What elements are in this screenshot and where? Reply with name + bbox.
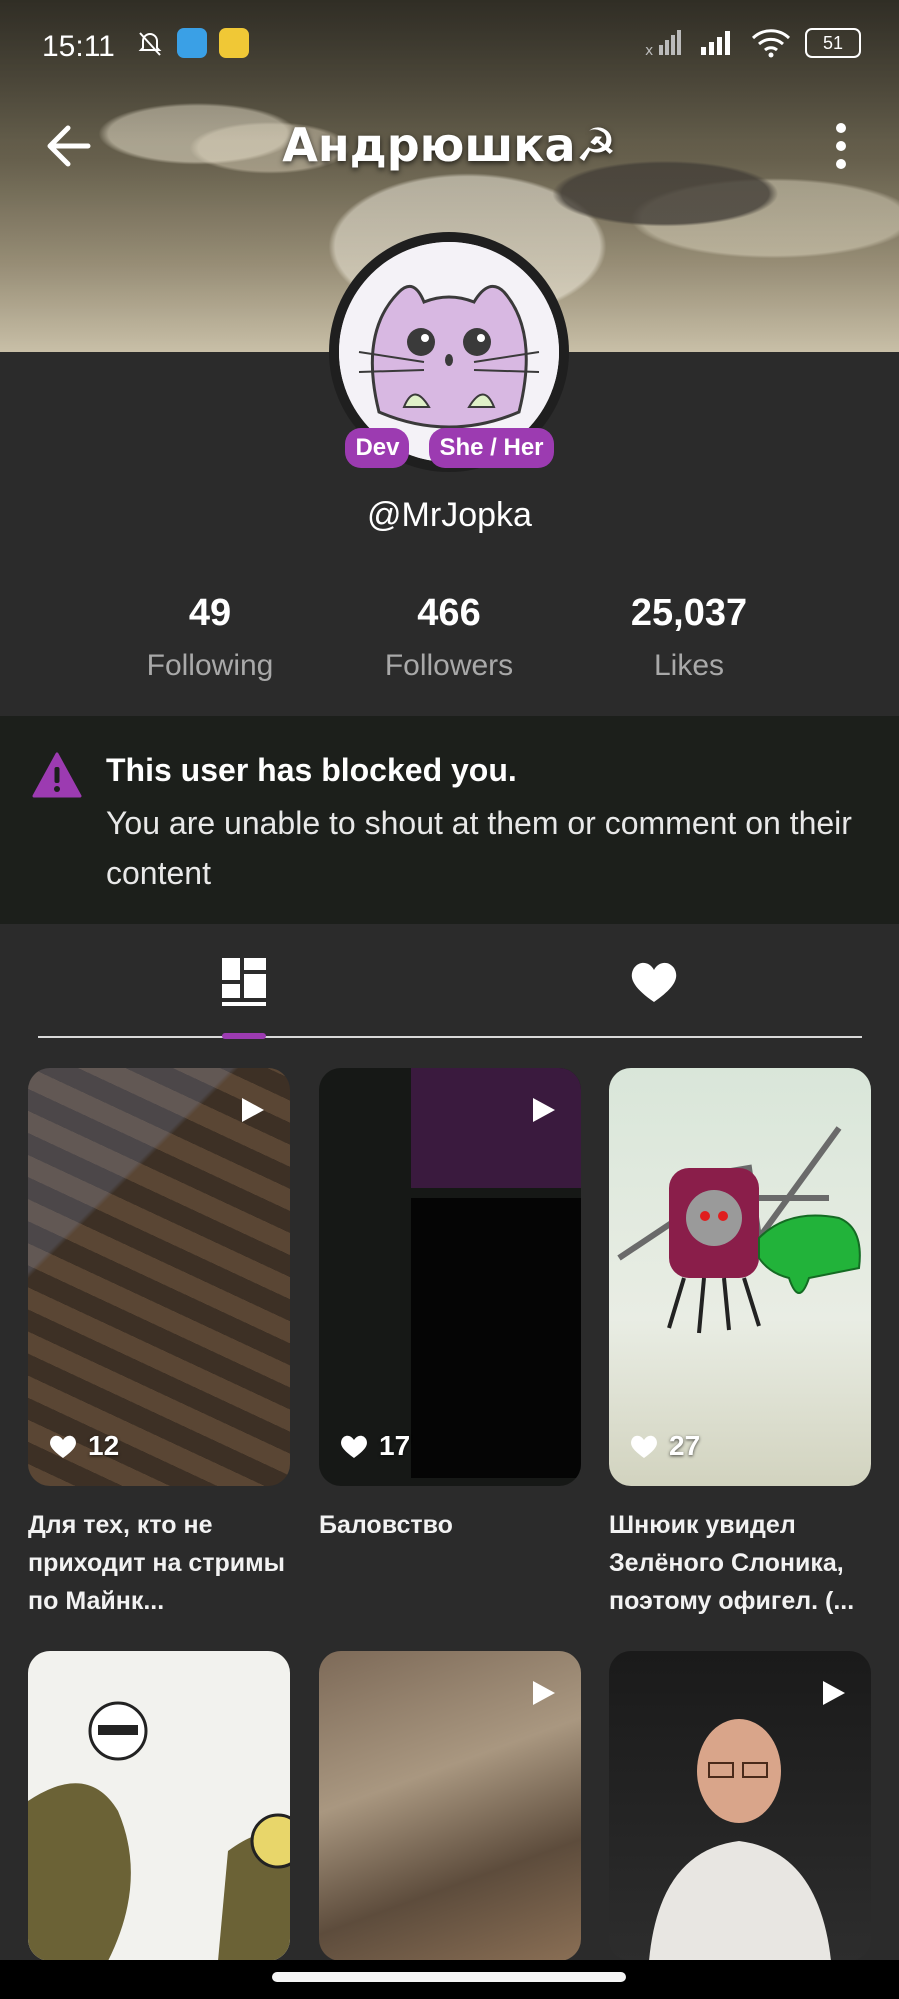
heart-icon (50, 1435, 76, 1458)
warning-icon (32, 752, 82, 798)
followers-label: Followers (384, 649, 514, 682)
post-card[interactable] (28, 1651, 290, 1961)
battery-indicator: 51 (805, 28, 861, 58)
likes-label: Likes (653, 649, 725, 682)
profile-stats: 49 Following 466 Followers 25,037 Likes (0, 592, 899, 712)
wifi-icon (751, 29, 791, 58)
post-likes-count: 27 (669, 1430, 701, 1461)
followers-stat[interactable]: 466 Followers (329, 592, 569, 683)
status-notification-icons (135, 28, 249, 58)
signal-x-icon: x (645, 30, 681, 57)
profile-badges: Dev She / Her (0, 428, 899, 468)
play-icon (242, 1098, 264, 1122)
notice-body: You are unable to shout at them or comme… (106, 805, 852, 891)
post-caption[interactable]: Баловство (319, 1506, 581, 1544)
post-caption[interactable]: Шнюик увидел Зелёного Слоника, поэтому о… (609, 1506, 871, 1620)
signal-icon (701, 31, 730, 55)
status-time: 15:11 (42, 30, 115, 63)
play-icon (533, 1681, 555, 1705)
post-card[interactable]: 17 (319, 1068, 581, 1486)
post-likes-count: 12 (88, 1430, 120, 1461)
post-caption[interactable]: Для тех, кто не приходит на стримы по Ма… (28, 1506, 290, 1620)
post-likes: 27 (629, 1430, 700, 1462)
post-drawing (617, 1126, 861, 1334)
profile-display-name: Андрюшка☭ (282, 118, 617, 172)
mute-bell-icon (138, 32, 162, 56)
post-card[interactable]: 27 (609, 1068, 871, 1486)
play-icon (533, 1098, 555, 1122)
post-card[interactable]: 12 (28, 1068, 290, 1486)
followers-count: 466 (417, 592, 481, 634)
pronouns-badge: She / Her (429, 428, 554, 468)
post-likes: 12 (48, 1430, 119, 1462)
post-thumbnail-panel (411, 1068, 581, 1188)
heart-icon (631, 1435, 657, 1458)
likes-count: 25,037 (630, 592, 748, 634)
posts-grid-tab-icon[interactable] (214, 952, 274, 1012)
chat-notification-icon (219, 28, 249, 58)
post-drawing (28, 1701, 290, 1961)
active-tab-indicator (222, 1033, 266, 1039)
heart-icon (341, 1435, 367, 1458)
post-thumbnail-panel (411, 1198, 581, 1478)
liked-tab-heart-icon[interactable] (624, 952, 684, 1012)
likes-stat: 25,037 Likes (569, 592, 809, 683)
notice-title: This user has blocked you. (106, 752, 517, 788)
status-system-icons: x 51 (645, 28, 861, 58)
following-stat[interactable]: 49 Following (90, 592, 330, 683)
following-label: Following (146, 649, 274, 682)
home-gesture-bar[interactable] (272, 1972, 626, 1982)
app-notification-icon (177, 28, 207, 58)
role-badge: Dev (345, 428, 410, 468)
post-likes: 17 (339, 1430, 410, 1462)
more-options-icon[interactable] (818, 118, 864, 174)
following-count: 49 (188, 592, 232, 634)
play-icon (823, 1681, 845, 1705)
post-card[interactable] (319, 1651, 581, 1961)
username: @MrJopka (367, 496, 532, 534)
svg-text:x: x (645, 43, 653, 57)
tabs-divider (38, 1036, 862, 1038)
post-likes-count: 17 (379, 1430, 411, 1461)
post-card[interactable] (609, 1651, 871, 1961)
